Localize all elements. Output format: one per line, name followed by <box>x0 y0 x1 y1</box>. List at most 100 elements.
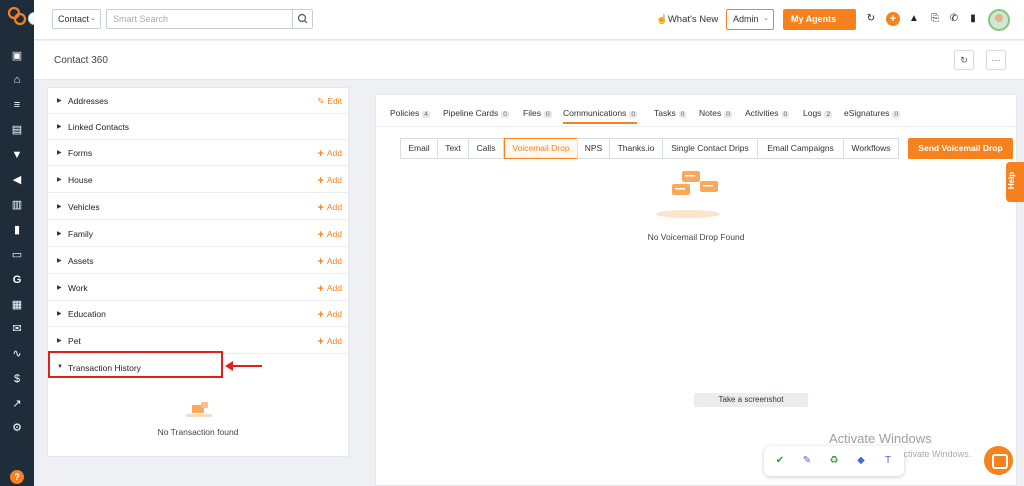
subtab-single-contact-drips[interactable]: Single Contact Drips <box>662 138 758 159</box>
gear-icon[interactable]: ⚙ <box>10 421 24 435</box>
security-shield-icon[interactable]: ◆ <box>855 455 867 467</box>
section-education[interactable]: ▶ Education + Add <box>48 301 348 327</box>
refresh-icon[interactable]: ↻ <box>864 12 878 26</box>
caret-right-icon: ▶ <box>57 204 62 210</box>
empty-voicemail-text: No Voicemail Drop Found <box>647 232 745 242</box>
calendar-icon[interactable]: ▦ <box>10 298 24 312</box>
subtab-thanks-io[interactable]: Thanks.io <box>609 138 663 159</box>
ellipsis-icon: ··· <box>991 55 1001 65</box>
megaphone-icon[interactable]: ◀ <box>10 173 24 187</box>
trend-icon[interactable]: ↗ <box>10 397 24 411</box>
refresh-button[interactable]: ↻ <box>954 50 974 70</box>
section-assets[interactable]: ▶ Assets + Add <box>48 248 348 274</box>
section-forms[interactable]: ▶ Forms + Add <box>48 140 348 166</box>
folder-icon[interactable]: ▭ <box>10 248 24 262</box>
caret-right-icon: ▶ <box>57 258 62 264</box>
plus-icon: + <box>317 283 324 295</box>
search-button[interactable] <box>292 9 313 29</box>
phone-icon[interactable]: ✆ <box>947 12 961 26</box>
tab-divider <box>376 126 1016 127</box>
edit-addresses-button[interactable]: ✎ Edit <box>317 96 342 107</box>
whats-new-link[interactable]: ☝What's New <box>656 14 718 25</box>
add-house-button[interactable]: + Add <box>317 175 342 187</box>
list-icon[interactable]: ≡ <box>10 98 24 112</box>
add-assets-button[interactable]: + Add <box>317 256 342 268</box>
tab-tasks[interactable]: Tasks 0 <box>654 108 687 118</box>
section-addresses[interactable]: ▶ Addresses ✎ Edit <box>48 88 348 114</box>
subtab-email[interactable]: Email <box>400 138 438 159</box>
dollar-icon[interactable]: $ <box>10 372 24 386</box>
chat-button[interactable] <box>984 446 1013 475</box>
bell-icon[interactable]: ▲ <box>907 12 921 26</box>
tab-count-badge: 0 <box>892 111 900 118</box>
feather-pen-icon[interactable]: ✎ <box>801 455 813 467</box>
mail-icon[interactable]: ✉ <box>10 322 24 336</box>
app-logo-icon[interactable] <box>7 6 27 26</box>
admin-select-value: Admin <box>733 14 759 24</box>
recycle-icon[interactable]: ♻ <box>828 455 840 467</box>
annotation-arrow-head-icon <box>225 361 233 371</box>
empty-transactions-text: No Transaction found <box>157 427 239 437</box>
add-label: Add <box>326 283 342 293</box>
caret-right-icon: ▶ <box>57 285 62 291</box>
context-select[interactable]: Contact ⌄ <box>52 9 101 29</box>
user-avatar[interactable] <box>988 9 1010 31</box>
copy-icon[interactable]: ▣ <box>10 49 24 63</box>
subtab-text[interactable]: Text <box>437 138 469 159</box>
notification-icon[interactable]: ⎘ <box>928 12 942 26</box>
add-pet-button[interactable]: + Add <box>317 336 342 348</box>
add-forms-button[interactable]: + Add <box>317 148 342 160</box>
google-icon[interactable]: G <box>10 273 24 287</box>
help-circle-icon[interactable]: ? <box>10 470 24 484</box>
tab-communications[interactable]: Communications 0 <box>563 108 637 124</box>
plus-icon: + <box>317 256 324 268</box>
more-options-button[interactable]: ··· <box>986 50 1006 70</box>
add-label: Add <box>326 229 342 239</box>
contact-card-icon[interactable]: ▤ <box>10 123 24 137</box>
help-tab[interactable]: Help <box>1006 162 1024 202</box>
add-work-button[interactable]: + Add <box>317 283 342 295</box>
subtab-workflows[interactable]: Workflows <box>843 138 899 159</box>
empty-transactions-illustration <box>186 402 212 417</box>
caret-right-icon: ▶ <box>57 124 62 130</box>
add-label: Add <box>326 309 342 319</box>
subtab-email-campaigns[interactable]: Email Campaigns <box>757 138 844 159</box>
bank-icon[interactable]: ⌂ <box>10 73 24 87</box>
add-label: Add <box>326 148 342 158</box>
calculator-icon[interactable]: ▮ <box>966 12 980 26</box>
tab-esignatures[interactable]: eSignatures 0 <box>844 108 900 118</box>
add-education-button[interactable]: + Add <box>317 309 342 321</box>
document-icon[interactable]: ▥ <box>10 198 24 212</box>
filter-icon[interactable]: ▼ <box>10 148 24 162</box>
tab-pipeline-cards[interactable]: Pipeline Cards 0 <box>443 108 509 118</box>
tab-activities[interactable]: Activities 0 <box>745 108 790 118</box>
page-header: Contact 360 ↻ ··· <box>34 41 1024 80</box>
plus-icon: + <box>317 148 324 160</box>
signature-icon[interactable]: ∿ <box>10 347 24 361</box>
tab-label: Policies <box>390 108 420 118</box>
send-voicemail-drop-button[interactable]: Send Voicemail Drop <box>908 138 1013 159</box>
teams-icon[interactable]: T <box>882 455 894 467</box>
add-vehicles-button[interactable]: + Add <box>317 202 342 214</box>
subtab-voicemail-drop[interactable]: Voicemail Drop <box>504 138 578 159</box>
tab-policies[interactable]: Policies 4 <box>390 108 430 118</box>
my-agents-label: My Agents <box>791 14 837 24</box>
subtab-calls[interactable]: Calls <box>468 138 504 159</box>
section-vehicles[interactable]: ▶ Vehicles + Add <box>48 194 348 220</box>
bar-chart-icon[interactable]: ▮ <box>10 223 24 237</box>
tab-files[interactable]: Files 0 <box>523 108 552 118</box>
add-family-button[interactable]: + Add <box>317 229 342 241</box>
section-label: Forms <box>68 148 93 158</box>
section-work[interactable]: ▶ Work + Add <box>48 275 348 301</box>
section-linked-contacts[interactable]: ▶ Linked Contacts <box>48 114 348 140</box>
shield-check-icon[interactable]: ✔ <box>774 455 786 467</box>
section-house[interactable]: ▶ House + Add <box>48 167 348 193</box>
subtab-nps[interactable]: NPS <box>577 138 610 159</box>
tab-notes[interactable]: Notes 0 <box>699 108 732 118</box>
smart-search-input[interactable] <box>106 9 292 29</box>
plus-icon[interactable]: + <box>886 12 900 26</box>
section-family[interactable]: ▶ Family + Add <box>48 221 348 247</box>
admin-select[interactable]: Admin ⌄ <box>726 9 774 30</box>
tab-logs[interactable]: Logs 2 <box>803 108 833 118</box>
my-agents-button[interactable]: My Agents ⌄ <box>783 9 856 34</box>
